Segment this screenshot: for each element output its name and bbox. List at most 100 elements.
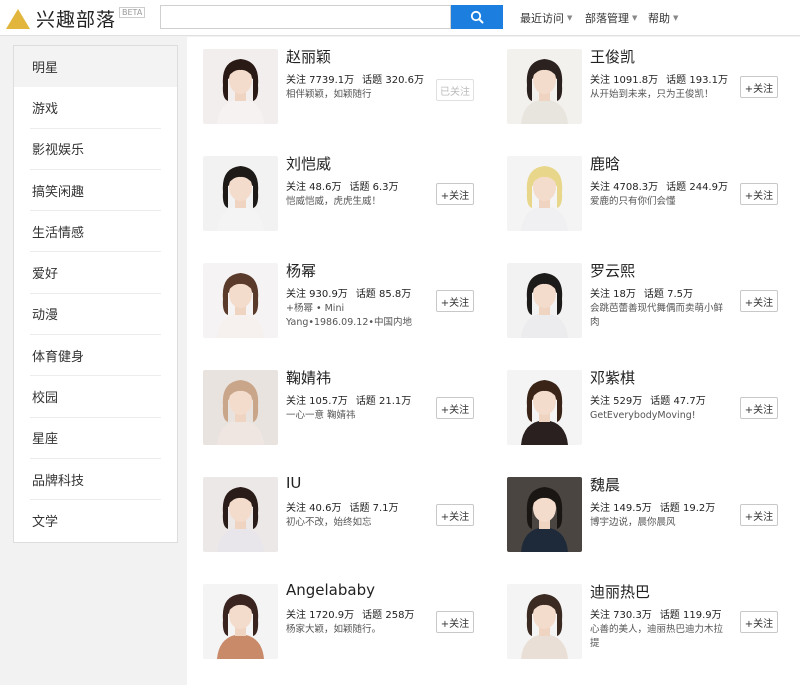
avatar[interactable]: [507, 49, 582, 124]
tribe-card[interactable]: 赵丽颖 关注 7739.1万 话题 320.6万 相伴颖颖，如颖随行 已关注: [203, 46, 503, 149]
sidebar-item-label: 游戏: [32, 101, 59, 117]
tribe-card[interactable]: 鞠婧祎关注 105.7万 话题 21.1万一心一意 鞠婧祎 +关注: [203, 367, 503, 470]
topic-count: 话题 85.8万: [355, 289, 412, 300]
tribe-stats: 关注 1720.9万 话题 258万: [286, 606, 422, 621]
tribe-stats: 关注 105.7万 话题 21.1万: [286, 392, 419, 407]
tribe-name[interactable]: 刘恺威: [286, 153, 331, 174]
tribe-name[interactable]: 王俊凯: [590, 46, 635, 67]
sidebar-item-label: 搞笑闲趣: [32, 184, 85, 200]
sidebar-item-campus[interactable]: 校园: [30, 376, 161, 418]
follow-button[interactable]: +关注: [740, 290, 778, 312]
tribe-name[interactable]: IU: [286, 474, 301, 492]
tribe-name[interactable]: 魏晨: [590, 474, 620, 495]
tribe-description: +杨幂 • Mini Yang•1986.09.12•中国内地: [286, 303, 412, 328]
topic-count: 话题 7.5万: [643, 289, 693, 300]
avatar[interactable]: [203, 370, 278, 445]
topic-count: 话题 258万: [362, 610, 415, 621]
tribe-name[interactable]: 杨幂: [286, 260, 316, 281]
tribe-stats: 关注 149.5万 话题 19.2万: [590, 499, 723, 514]
sidebar-item-film[interactable]: 影视娱乐: [30, 129, 161, 170]
follow-button[interactable]: +关注: [436, 397, 474, 419]
tribe-card[interactable]: Angelababy 关注 1720.9万 话题 258万杨家大颖，如颖随行。 +关注: [203, 581, 503, 684]
tribe-name[interactable]: Angelababy: [286, 581, 375, 599]
tribe-card[interactable]: 王俊凯 关注 1091.8万 话题 193.1万 从开始到未来，只为王俊凯！ +关注: [507, 46, 800, 149]
avatar[interactable]: [203, 584, 278, 659]
follower-count: 关注 1091.8万: [590, 75, 659, 86]
follow-button[interactable]: +关注: [436, 290, 474, 312]
tribe-name[interactable]: 罗云熙: [590, 260, 635, 281]
follower-count: 关注 105.7万: [286, 396, 348, 407]
tribe-stats: 关注 18万 话题 7.5万: [590, 285, 701, 300]
sidebar-item-label: 文学: [32, 515, 59, 531]
nav-recent[interactable]: 最近访问 ▼: [520, 10, 572, 26]
tribe-list: 赵丽颖 关注 7739.1万 话题 320.6万 相伴颖颖，如颖随行 已关注 王俊凯 关注 …: [187, 37, 800, 685]
sidebar-item-label: 体育健身: [32, 349, 85, 365]
topic-count: 话题 19.2万: [659, 503, 716, 514]
sidebar-item-label: 影视娱乐: [32, 143, 85, 159]
tribe-name[interactable]: 赵丽颖: [286, 46, 331, 67]
category-sidebar: 明星 游戏 影视娱乐 搞笑闲趣 生活情感 爱好 动漫 体育健身 校园 星座 品牌…: [13, 45, 178, 543]
tribe-description: 一心一意 鞠婧祎: [286, 410, 356, 421]
chevron-down-icon: ▼: [567, 14, 573, 22]
follow-button[interactable]: +关注: [740, 397, 778, 419]
avatar[interactable]: [507, 263, 582, 338]
tribe-description: 会跳芭蕾善现代舞偶而卖萌小鲜肉: [590, 303, 724, 328]
tribe-card[interactable]: 罗云熙关注 18万 话题 7.5万会跳芭蕾善现代舞偶而卖萌小鲜肉 +关注: [507, 260, 800, 363]
follower-count: 关注 18万: [590, 289, 636, 300]
search-button[interactable]: [451, 5, 503, 29]
sidebar-item-zodiac[interactable]: 星座: [30, 418, 161, 459]
search-input[interactable]: [161, 6, 450, 28]
sidebar-item-literature[interactable]: 文学: [30, 500, 161, 541]
topic-count: 话题 193.1万: [666, 75, 728, 86]
sidebar-item-games[interactable]: 游戏: [30, 87, 161, 129]
nav-manage[interactable]: 部落管理 ▼: [585, 10, 637, 26]
tribe-card[interactable]: 刘恺威 关注 48.6万 话题 6.3万 恺威恺威，虎虎生威！ +关注: [203, 153, 503, 256]
avatar[interactable]: [507, 584, 582, 659]
avatar[interactable]: [507, 156, 582, 231]
follower-count: 关注 4708.3万: [590, 182, 659, 193]
tribe-description: 杨家大颖，如颖随行。: [286, 624, 382, 635]
tribe-description: 相伴颖颖，如颖随行: [286, 89, 372, 100]
tribe-card[interactable]: 杨幂 关注 930.9万 话题 85.8万 +杨幂 • Mini Yang•1986.…: [203, 260, 503, 363]
tribe-name[interactable]: 邓紫棋: [590, 367, 635, 388]
sidebar-item-sports[interactable]: 体育健身: [30, 335, 161, 377]
follow-button[interactable]: +关注: [740, 504, 778, 526]
sidebar-item-funny[interactable]: 搞笑闲趣: [30, 170, 161, 212]
sidebar-item-label: 明星: [32, 61, 59, 77]
sidebar-item-anime[interactable]: 动漫: [30, 294, 161, 336]
tribe-description: GetEverybodyMoving!: [590, 410, 696, 421]
sidebar-item-hobby[interactable]: 爱好: [30, 252, 161, 294]
nav-manage-label: 部落管理: [585, 12, 629, 25]
avatar[interactable]: [203, 49, 278, 124]
follow-button[interactable]: +关注: [436, 504, 474, 526]
site-logo[interactable]: 兴趣部落 BETA: [6, 5, 146, 32]
search-input-wrapper: [160, 5, 451, 29]
tribe-card[interactable]: 鹿晗 关注 4708.3万 话题 244.9万 爱鹿的只有你们会懂 +关注: [507, 153, 800, 256]
topic-count: 话题 7.1万: [349, 503, 399, 514]
tribe-name[interactable]: 迪丽热巴: [590, 581, 650, 602]
followed-button[interactable]: 已关注: [436, 79, 474, 101]
avatar[interactable]: [203, 477, 278, 552]
beta-badge: BETA: [119, 7, 146, 18]
tribe-name[interactable]: 鞠婧祎: [286, 367, 331, 388]
tribe-name[interactable]: 鹿晗: [590, 153, 620, 174]
avatar[interactable]: [507, 370, 582, 445]
sidebar-item-brand-tech[interactable]: 品牌科技: [30, 459, 161, 501]
follow-button[interactable]: +关注: [740, 76, 778, 98]
nav-help[interactable]: 帮助 ▼: [648, 10, 678, 26]
sidebar-item-life[interactable]: 生活情感: [30, 211, 161, 253]
tribe-card[interactable]: 魏晨 关注 149.5万 话题 19.2万 博宇边说，晨你晨风 +关注: [507, 474, 800, 577]
follow-button[interactable]: +关注: [740, 611, 778, 633]
follow-button[interactable]: +关注: [436, 183, 474, 205]
avatar[interactable]: [203, 156, 278, 231]
tribe-card[interactable]: 迪丽热巴 关注 730.3万 话题 119.9万 心善的美人，迪丽热巴迪力木拉提 +关注: [507, 581, 800, 684]
avatar[interactable]: [203, 263, 278, 338]
follower-count: 关注 7739.1万: [286, 75, 355, 86]
follow-button[interactable]: +关注: [740, 183, 778, 205]
follow-button[interactable]: +关注: [436, 611, 474, 633]
sidebar-item-stars[interactable]: 明星: [14, 46, 177, 88]
avatar[interactable]: [507, 477, 582, 552]
tribe-card[interactable]: IU 关注 40.6万 话题 7.1万 初心不改，始终如忘 +关注: [203, 474, 503, 577]
tribe-card[interactable]: 邓紫棋 关注 529万 话题 47.7万 GetEverybodyMoving! +关注: [507, 367, 800, 470]
follower-count: 关注 48.6万: [286, 182, 342, 193]
